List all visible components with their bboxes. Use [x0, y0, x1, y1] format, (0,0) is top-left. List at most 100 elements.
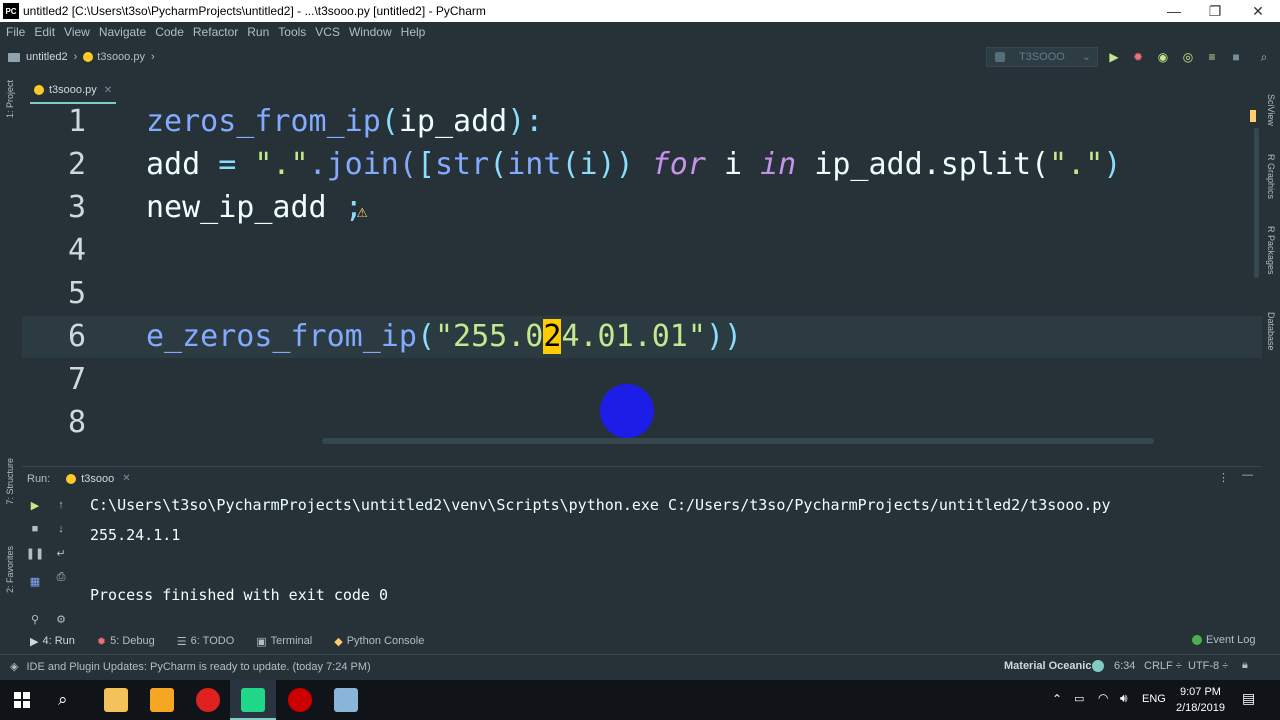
chevron-right-icon: › [150, 51, 155, 63]
file-explorer-icon[interactable] [104, 688, 128, 712]
language-indicator[interactable]: ENG [1142, 693, 1166, 705]
panel-separator[interactable] [22, 450, 1262, 466]
clock-date[interactable]: 2/18/2019 [1176, 702, 1225, 714]
chevron-up-icon[interactable]: ⌃ [1052, 692, 1062, 706]
run-config-label: T3SOOO [1019, 51, 1065, 63]
editor-tab-bar: t3sooo.py ✕ [22, 78, 1262, 104]
menu-help[interactable]: Help [401, 25, 426, 39]
tool-tab-debug[interactable]: ✹ 5: Debug [97, 635, 155, 648]
wifi-icon[interactable]: ◠ [1098, 691, 1108, 705]
event-log-button[interactable]: Event Log [1192, 634, 1256, 646]
pin-icon[interactable]: ⚲ [28, 612, 42, 626]
menu-window[interactable]: Window [349, 25, 392, 39]
print-icon[interactable]: ⎙ [54, 570, 68, 584]
opera-browser-icon[interactable] [196, 688, 220, 712]
tool-tab-run[interactable]: ▶ 4: Run [30, 635, 75, 648]
pause-icon[interactable]: ❚❚ [26, 546, 44, 560]
caret-position[interactable]: 6:34 [1114, 660, 1135, 672]
profile-icon[interactable]: ◎ [1180, 49, 1196, 65]
run-panel-header: Run: t3sooo ✕ ⋮ — [22, 466, 1262, 490]
theme-icon [1092, 660, 1104, 672]
menu-run[interactable]: Run [247, 25, 269, 39]
coverage-icon[interactable]: ◉ [1155, 49, 1171, 65]
close-button[interactable]: ✕ [1236, 0, 1280, 22]
down-arrow-icon[interactable]: ↓ [54, 522, 68, 536]
horizontal-scrollbar[interactable] [322, 438, 1154, 444]
menu-view[interactable]: View [64, 25, 90, 39]
vertical-scrollbar[interactable] [1254, 128, 1259, 278]
favorites-tool-tab[interactable]: 2: Favorites [5, 546, 15, 593]
run-configuration-select[interactable]: T3SOOO ⌄ [986, 47, 1098, 67]
stop-icon[interactable]: ■ [1228, 49, 1244, 65]
punct: (i)) [561, 147, 652, 182]
r-packages-tool-tab[interactable]: R Packages [1266, 226, 1276, 275]
status-bar: ◈ IDE and Plugin Updates: PyCharm is rea… [0, 654, 1280, 678]
console-output: 255.24.1.1 [90, 526, 181, 544]
run-tab-label[interactable]: t3sooo [81, 473, 114, 485]
sublime-text-icon[interactable] [150, 688, 174, 712]
restore-button[interactable]: ❐ [1193, 0, 1237, 22]
minimize-button[interactable]: — [1152, 0, 1196, 22]
breadcrumb-file[interactable]: t3sooo.py [97, 51, 145, 63]
line-number: 3 [67, 190, 86, 225]
menu-vcs[interactable]: VCS [315, 25, 340, 39]
soft-wrap-icon[interactable]: ↵ [54, 546, 68, 560]
file-encoding[interactable]: UTF-8 ÷ [1188, 660, 1228, 672]
close-run-tab-icon[interactable]: ✕ [122, 473, 130, 484]
warning-marker-icon[interactable] [1250, 110, 1256, 122]
close-tab-icon[interactable]: ✕ [104, 85, 112, 96]
method-call: .join( [308, 147, 417, 182]
settings-icon[interactable]: ⚙ [54, 612, 68, 626]
stop-icon[interactable]: ■ [28, 522, 42, 536]
more-options-icon[interactable]: ⋮ [1218, 471, 1229, 484]
pycharm-taskbar-button[interactable] [230, 680, 276, 720]
builtin: str [435, 147, 490, 182]
up-arrow-icon[interactable]: ↑ [54, 498, 68, 512]
punct: ( [416, 319, 435, 354]
breadcrumb-project[interactable]: untitled2 [26, 51, 68, 63]
structure-tool-tab[interactable]: 7: Structure [5, 458, 15, 505]
search-everywhere-icon[interactable]: ⌕ [1256, 49, 1272, 65]
mouse-cursor-indicator [600, 384, 654, 438]
layout-icon[interactable]: ▦ [28, 574, 42, 588]
notepad-app-icon[interactable] [334, 688, 358, 712]
concurrency-icon[interactable]: ≡ [1204, 49, 1220, 65]
tool-tab-label: Python Console [346, 635, 425, 647]
record-app-icon[interactable] [288, 688, 312, 712]
tool-tab-python-console[interactable]: ◆ Python Console [334, 635, 424, 648]
string-literal: "." [1049, 147, 1104, 182]
menu-code[interactable]: Code [155, 25, 184, 39]
notification-icon[interactable]: ▤ [1242, 690, 1255, 707]
r-graphics-tool-tab[interactable]: R Graphics [1266, 154, 1276, 199]
string-literal: 4.01.01" [561, 319, 706, 354]
clock-time[interactable]: 9:07 PM [1180, 686, 1221, 698]
database-tool-tab[interactable]: Database [1266, 312, 1276, 351]
run-icon[interactable]: ▶ [1106, 49, 1122, 65]
theme-label[interactable]: Material Oceanic [1004, 660, 1091, 672]
sciview-tool-tab[interactable]: SciView [1266, 94, 1276, 126]
volume-icon[interactable]: 🔊︎ [1120, 691, 1128, 706]
line-separator[interactable]: CRLF ÷ [1144, 660, 1182, 672]
network-icon[interactable]: ▭ [1074, 692, 1084, 705]
code-editor[interactable]: 1 2 3 4 5 6 7 8 zeros_from_ip(ip_add): a… [22, 104, 1262, 450]
minimize-panel-icon[interactable]: — [1242, 469, 1253, 481]
windows-taskbar: ⌕ ⌃ ▭ ◠ 🔊︎ ENG 9:07 PM 2/18/2019 ▤ [0, 680, 1280, 720]
rerun-icon[interactable]: ▶ [28, 498, 42, 512]
todo-icon: ☰ [176, 635, 187, 648]
lock-icon[interactable]: 🔒︎ [1242, 659, 1248, 672]
navigation-bar: untitled2 › t3sooo.py › T3SOOO ⌄ ▶ ✹ ◉ ◎… [0, 44, 1280, 70]
menu-file[interactable]: File [6, 25, 25, 39]
editor-tab-t3sooo[interactable]: t3sooo.py ✕ [30, 78, 117, 104]
menu-edit[interactable]: Edit [34, 25, 55, 39]
menu-refactor[interactable]: Refactor [193, 25, 238, 39]
status-message[interactable]: IDE and Plugin Updates: PyCharm is ready… [26, 661, 370, 673]
project-tool-tab[interactable]: 1: Project [5, 80, 15, 118]
menu-navigate[interactable]: Navigate [99, 25, 146, 39]
tool-tab-terminal[interactable]: ▣ Terminal [256, 635, 312, 648]
menu-tools[interactable]: Tools [278, 25, 306, 39]
tool-window-bar: ▶ 4: Run ✹ 5: Debug ☰ 6: TODO ▣ Terminal ◆ Py… [0, 630, 1280, 652]
windows-start-icon[interactable] [14, 692, 30, 708]
search-icon[interactable]: ⌕ [58, 690, 68, 710]
debug-icon[interactable]: ✹ [1130, 49, 1146, 65]
tool-tab-todo[interactable]: ☰ 6: TODO [177, 635, 234, 648]
